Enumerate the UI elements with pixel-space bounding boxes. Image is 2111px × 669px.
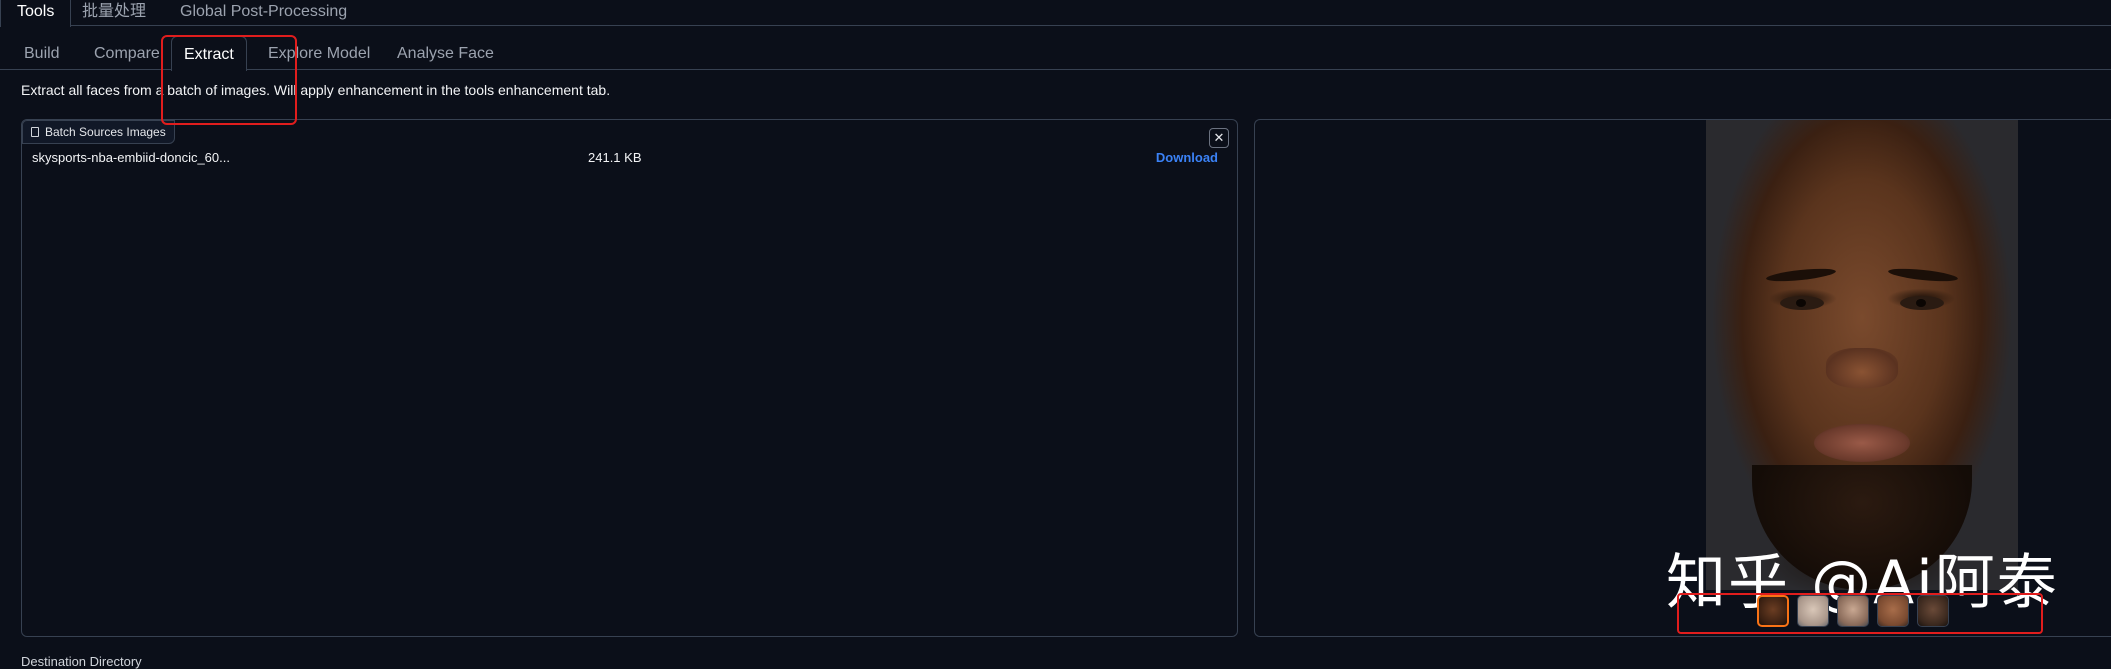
highlight-box-thumbnails (1677, 593, 2043, 634)
highlight-box-extract-tab (161, 35, 297, 125)
file-icon (31, 127, 39, 137)
file-size: 241.1 KB (588, 150, 642, 165)
destination-directory-label: Destination Directory (21, 654, 142, 669)
tab-build[interactable]: Build (12, 36, 72, 70)
face-eye-right (1900, 296, 1944, 310)
top-tab-global-post-processing[interactable]: Global Post-Processing (164, 0, 363, 26)
top-tab-bar: Tools 批量处理 Global Post-Processing (0, 0, 2111, 27)
extract-description: Extract all faces from a batch of images… (21, 82, 611, 98)
file-name: skysports-nba-embiid-doncic_60... (32, 150, 230, 165)
batch-sources-file-panel[interactable]: Batch Sources Images ✕ skysports-nba-emb… (21, 119, 1238, 637)
selected-face-preview (1706, 120, 2018, 590)
top-tab-batch[interactable]: 批量处理 (66, 0, 162, 26)
face-brow-left (1765, 266, 1837, 284)
top-tab-tools[interactable]: Tools (0, 0, 72, 27)
download-link[interactable]: Download (1156, 150, 1218, 165)
face-eye-left (1780, 296, 1824, 310)
tab-compare[interactable]: Compare (82, 36, 172, 70)
clear-files-button[interactable]: ✕ (1209, 128, 1229, 148)
face-brow-right (1887, 266, 1959, 284)
tab-analyse-face[interactable]: Analyse Face (385, 36, 506, 70)
panel-label: Batch Sources Images (22, 120, 175, 144)
face-nose (1826, 348, 1898, 388)
face-lips (1814, 424, 1910, 462)
sub-tab-bar: Build Compare Extract Explore Model Anal… (0, 36, 2111, 71)
panel-label-text: Batch Sources Images (45, 125, 166, 139)
file-row: skysports-nba-embiid-doncic_60... 241.1 … (32, 150, 1218, 170)
